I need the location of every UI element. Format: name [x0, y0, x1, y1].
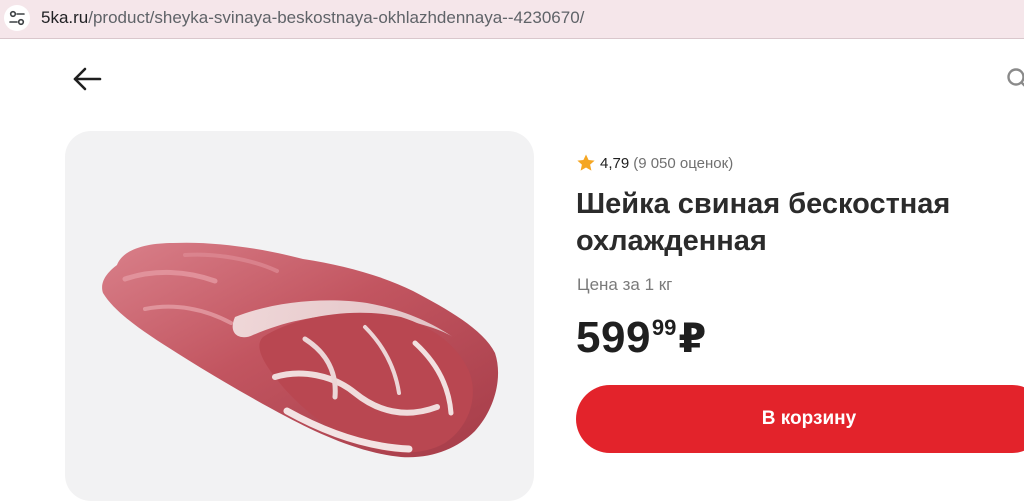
back-button[interactable] — [70, 64, 104, 94]
product-title: Шейка свиная бескостная охлажденная — [576, 186, 1024, 260]
product-rating[interactable]: 4,79 (9 050 оценок) — [576, 152, 733, 174]
site-settings-icon[interactable] — [4, 5, 30, 31]
add-to-cart-label: В корзину — [576, 385, 1024, 453]
price-kopecks: 99 — [652, 315, 676, 340]
url-domain: 5ka.ru — [41, 8, 88, 27]
browser-address-bar[interactable]: 5ka.ru/product/sheyka-svinaya-beskostnay… — [0, 0, 1024, 39]
pork-neck-image — [65, 131, 534, 501]
product-image[interactable] — [65, 131, 534, 501]
star-icon — [576, 153, 596, 173]
url-path: /product/sheyka-svinaya-beskostnaya-okhl… — [88, 8, 584, 27]
add-to-cart-button[interactable]: В корзину — [576, 385, 1024, 453]
url-text[interactable]: 5ka.ru/product/sheyka-svinaya-beskostnay… — [41, 8, 584, 28]
price-unit-label: Цена за 1 кг — [577, 275, 672, 295]
price-rubles: 599 — [576, 313, 651, 362]
currency-symbol: ₽ — [678, 317, 706, 361]
arrow-left-icon — [70, 64, 104, 94]
rating-score: 4,79 — [600, 155, 629, 172]
search-button[interactable] — [1004, 66, 1024, 90]
rating-count: (9 050 оценок) — [633, 155, 733, 172]
product-price: 59999₽ — [576, 313, 706, 363]
search-icon — [1004, 66, 1024, 90]
